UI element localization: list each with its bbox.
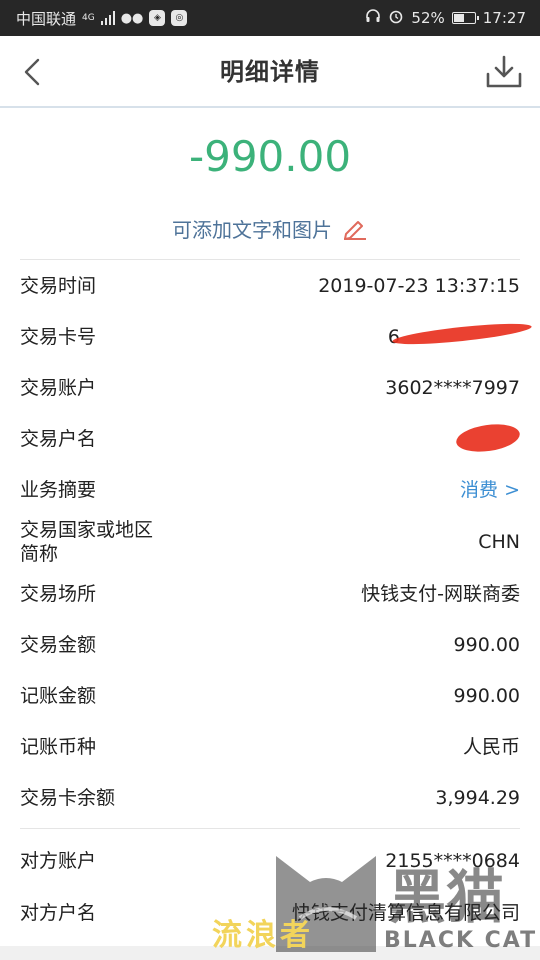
detail-label: 对方户名 <box>20 902 97 924</box>
detail-value: 快钱支付-网联商委 <box>361 583 520 605</box>
counterparty-row-name: 对方户名 快钱支付清算信息有限公司 <box>0 893 540 933</box>
detail-value: CHN <box>478 531 520 553</box>
browser-notification-icon: ◎ <box>171 10 188 26</box>
detail-row-balance: 交易卡余额 3,994.29 <box>0 778 540 818</box>
detail-label: 交易户名 <box>20 428 97 450</box>
headphone-icon <box>365 8 381 28</box>
summary-link[interactable]: 消费 > <box>460 470 520 510</box>
detail-label: 交易国家或地区简称 <box>20 519 154 565</box>
network-type: 4G <box>82 12 95 23</box>
detail-label: 交易卡号 <box>20 326 97 348</box>
download-icon <box>486 55 522 88</box>
detail-value: 990.00 <box>453 685 520 707</box>
battery-percent: 52% <box>411 9 445 27</box>
divider <box>20 259 520 260</box>
detail-label: 记账金额 <box>20 685 97 707</box>
detail-row-card-number: 交易卡号 6 <box>0 317 540 357</box>
divider <box>20 828 520 829</box>
detail-value: 人民币 <box>462 736 520 758</box>
detail-label: 业务摘要 <box>20 479 97 501</box>
detail-label: 对方账户 <box>20 850 97 872</box>
counterparty-row-account: 对方账户 2155****0684 <box>0 841 540 881</box>
status-bar: 中国联通 4G ●● ◈ ◎ 52% 17:27 <box>0 0 540 36</box>
detail-value: 2155****0684 <box>385 850 520 872</box>
carrier-name: 中国联通 <box>16 9 77 28</box>
detail-row-time: 交易时间 2019-07-23 13:37:15 <box>0 266 540 306</box>
detail-value: 990.00 <box>453 634 520 656</box>
redaction-scribble <box>391 319 533 349</box>
status-right: 52% 17:27 <box>365 0 526 36</box>
detail-row-amount: 交易金额 990.00 <box>0 625 540 665</box>
pencil-icon <box>344 220 366 240</box>
detail-value: 3,994.29 <box>435 787 520 809</box>
alarm-icon <box>388 8 404 28</box>
detail-label: 交易时间 <box>20 275 97 297</box>
detail-value: 2019-07-23 13:37:15 <box>318 275 520 297</box>
detail-row-account: 交易账户 3602****7997 <box>0 368 540 408</box>
redaction-scribble <box>454 420 522 456</box>
detail-row-currency: 记账币种 人民币 <box>0 727 540 767</box>
signal-icon <box>100 11 115 25</box>
detail-label: 交易卡余额 <box>20 787 116 809</box>
nav-bar: 明细详情 <box>0 36 540 108</box>
detail-row-summary[interactable]: 业务摘要 消费 > <box>0 470 540 510</box>
detail-row-country: 交易国家或地区简称 CHN <box>0 519 540 572</box>
status-left: 中国联通 4G ●● ◈ ◎ <box>16 0 188 36</box>
add-note-label: 可添加文字和图片 <box>172 218 332 242</box>
detail-label: 交易账户 <box>20 377 97 399</box>
detail-label: 交易金额 <box>20 634 97 656</box>
detail-row-posted-amount: 记账金额 990.00 <box>0 676 540 716</box>
detail-value: 3602****7997 <box>385 377 520 399</box>
detail-label: 交易场所 <box>20 583 97 605</box>
battery-icon <box>451 12 479 24</box>
page-title: 明细详情 <box>220 58 320 86</box>
app-notification-icon: ◈ <box>149 10 166 26</box>
download-button[interactable] <box>482 50 526 94</box>
detail-value: 快钱支付清算信息有限公司 <box>291 902 520 924</box>
wechat-icon: ●● <box>120 10 144 26</box>
transaction-amount: -990.00 <box>188 132 352 181</box>
detail-label: 记账币种 <box>20 736 97 758</box>
detail-row-merchant: 交易场所 快钱支付-网联商委 <box>0 574 540 614</box>
clock: 17:27 <box>482 9 526 27</box>
add-note-link[interactable]: 可添加文字和图片 <box>0 214 540 243</box>
bottom-edge <box>0 946 540 960</box>
detail-row-account-name: 交易户名 <box>0 419 540 459</box>
